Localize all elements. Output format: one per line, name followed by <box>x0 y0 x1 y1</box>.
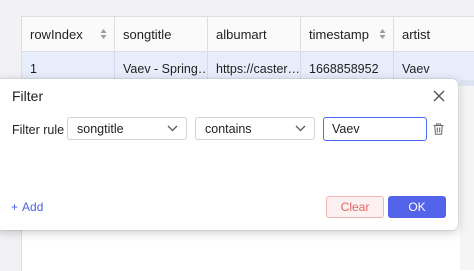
table-header: rowIndex songtitle albumart timestamp ar… <box>22 17 474 52</box>
sort-icon[interactable] <box>379 28 386 40</box>
column-header-label: timestamp <box>309 26 369 42</box>
overlay-shade <box>460 80 474 270</box>
field-select-value: songtitle <box>77 121 124 136</box>
column-header-timestamp[interactable]: timestamp <box>301 17 394 51</box>
column-header-label: artist <box>402 26 431 42</box>
filter-value-input[interactable] <box>323 117 427 141</box>
add-rule-button[interactable]: + Add <box>11 200 43 214</box>
dialog-title: Filter <box>12 88 44 104</box>
field-select[interactable]: songtitle <box>67 117 187 140</box>
plus-icon: + <box>11 200 19 214</box>
column-header-rowindex[interactable]: rowIndex <box>22 17 115 51</box>
add-rule-label: Add <box>22 200 44 214</box>
ok-button[interactable]: OK <box>388 196 446 218</box>
filter-rule-label: Filter rule <box>12 123 65 137</box>
sort-icon[interactable] <box>100 28 107 40</box>
filter-dialog: Filter Filter rule songtitle contains + … <box>0 79 458 230</box>
column-header-songtitle[interactable]: songtitle <box>115 17 208 51</box>
operator-select-value: contains <box>205 121 252 136</box>
operator-select[interactable]: contains <box>195 117 315 140</box>
column-header-albumart[interactable]: albumart <box>208 17 301 51</box>
close-icon[interactable] <box>432 89 446 103</box>
chevron-down-icon <box>167 125 178 132</box>
trash-icon[interactable] <box>433 123 444 135</box>
chevron-down-icon <box>295 125 306 132</box>
column-header-label: rowIndex <box>30 26 83 42</box>
column-header-label: albumart <box>216 26 267 42</box>
column-header-label: songtitle <box>123 26 172 42</box>
column-header-artist[interactable]: artist <box>394 17 474 51</box>
clear-button[interactable]: Clear <box>326 196 384 218</box>
